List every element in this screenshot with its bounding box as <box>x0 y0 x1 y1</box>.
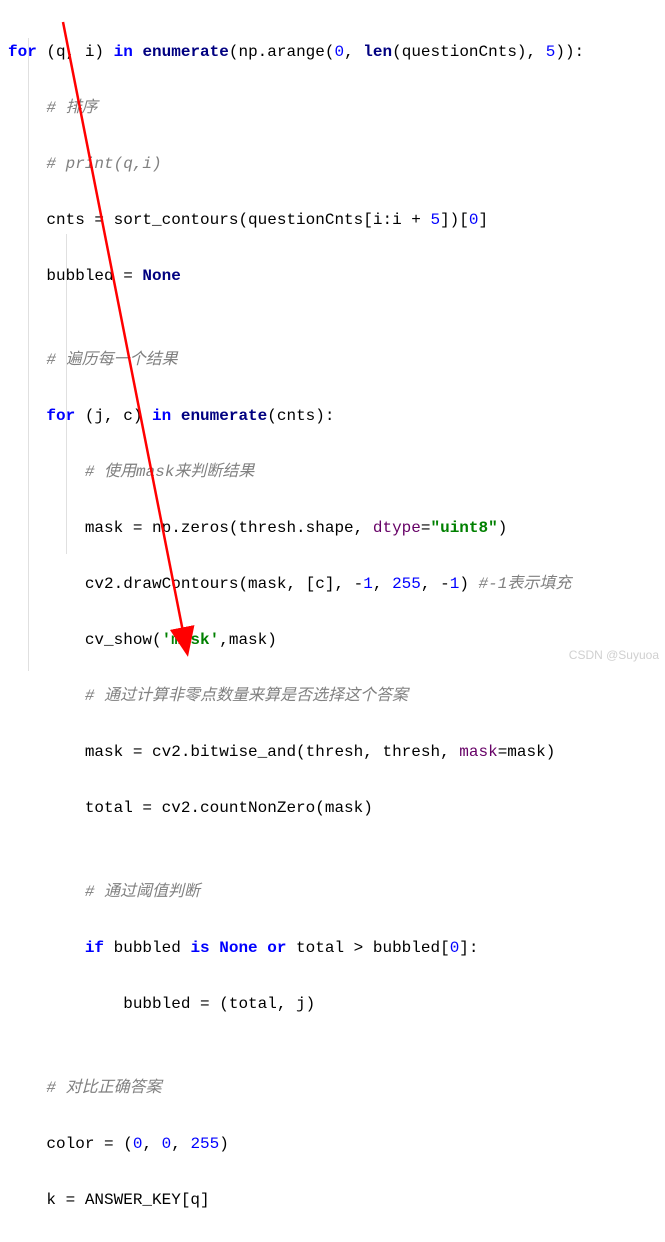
code-line: mask = np.zeros(thresh.shape, dtype="uin… <box>8 514 665 542</box>
code-line: total = cv2.countNonZero(mask) <box>8 794 665 822</box>
code-line: # 通过计算非零点数量来算是否选择这个答案 <box>8 682 665 710</box>
indent-guide-1 <box>28 38 29 671</box>
code-block: for (q, i) in enumerate(np.arange(0, len… <box>0 0 665 1242</box>
code-line: cv2.drawContours(mask, [c], -1, 255, -1)… <box>8 570 665 598</box>
code-line: bubbled = (total, j) <box>8 990 665 1018</box>
code-line: # 通过阈值判断 <box>8 878 665 906</box>
code-line: # 遍历每一个结果 <box>8 346 665 374</box>
code-line: cnts = sort_contours(questionCnts[i:i + … <box>8 206 665 234</box>
code-line: # print(q,i) <box>8 150 665 178</box>
code-line: # 使用mask来判断结果 <box>8 458 665 486</box>
code-line: for (q, i) in enumerate(np.arange(0, len… <box>8 38 665 66</box>
code-line: bubbled = None <box>8 262 665 290</box>
indent-guide-2 <box>66 234 67 554</box>
code-line: k = ANSWER_KEY[q] <box>8 1186 665 1214</box>
code-line: color = (0, 0, 255) <box>8 1130 665 1158</box>
code-line: # 排序 <box>8 94 665 122</box>
watermark: CSDN @Suyuoa <box>569 641 659 669</box>
code-line: mask = cv2.bitwise_and(thresh, thresh, m… <box>8 738 665 766</box>
code-line: cv_show('mask',mask) <box>8 626 665 654</box>
code-line: for (j, c) in enumerate(cnts): <box>8 402 665 430</box>
code-line: if bubbled is None or total > bubbled[0]… <box>8 934 665 962</box>
code-line: # 对比正确答案 <box>8 1074 665 1102</box>
